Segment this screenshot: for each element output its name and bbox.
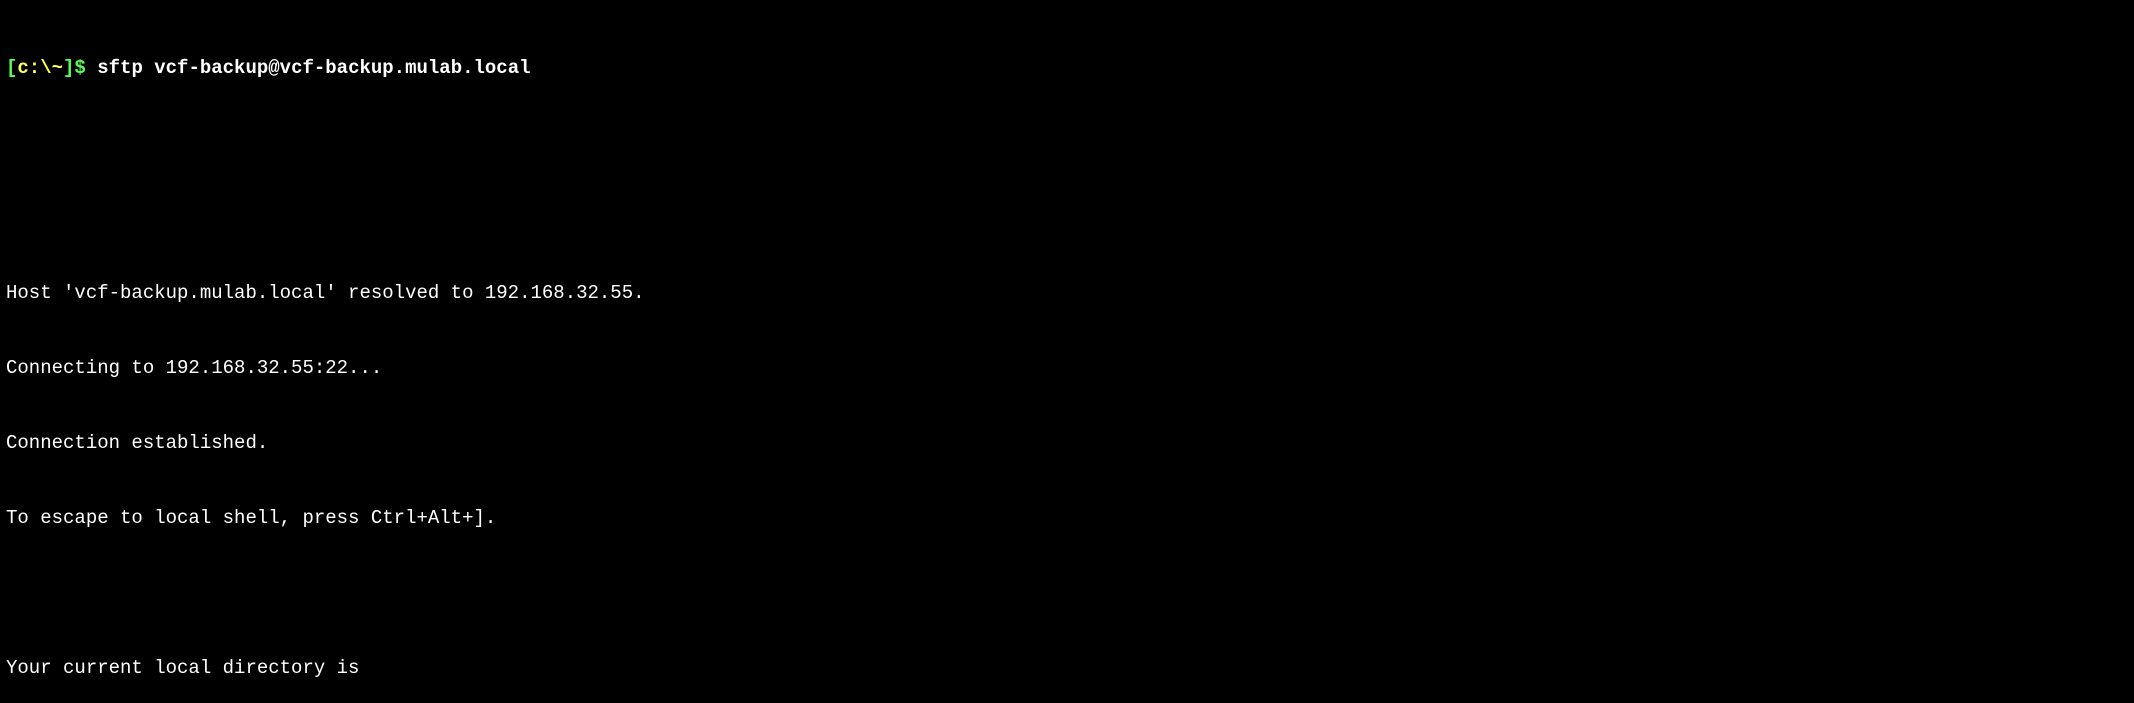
- blank-line: [6, 206, 2128, 231]
- prompt-dollar: $: [74, 57, 97, 79]
- blank-line: [6, 131, 2128, 156]
- terminal-window[interactable]: [c:\~]$ sftp vcf-backup@vcf-backup.mulab…: [0, 0, 2134, 703]
- prompt-path: c:\~: [17, 57, 63, 79]
- sftp-command: sftp vcf-backup@vcf-backup.mulab.local: [97, 57, 530, 79]
- command-line: [c:\~]$ sftp vcf-backup@vcf-backup.mulab…: [6, 56, 2128, 81]
- output-escape-hint: To escape to local shell, press Ctrl+Alt…: [6, 506, 2128, 531]
- prompt-open-bracket: [: [6, 57, 17, 79]
- output-local-dir-label: Your current local directory is: [6, 656, 2128, 681]
- output-connecting: Connecting to 192.168.32.55:22...: [6, 356, 2128, 381]
- output-connection-established: Connection established.: [6, 431, 2128, 456]
- output-host-resolved: Host 'vcf-backup.mulab.local' resolved t…: [6, 281, 2128, 306]
- prompt-close-bracket: ]: [63, 57, 74, 79]
- blank-line: [6, 581, 2128, 606]
